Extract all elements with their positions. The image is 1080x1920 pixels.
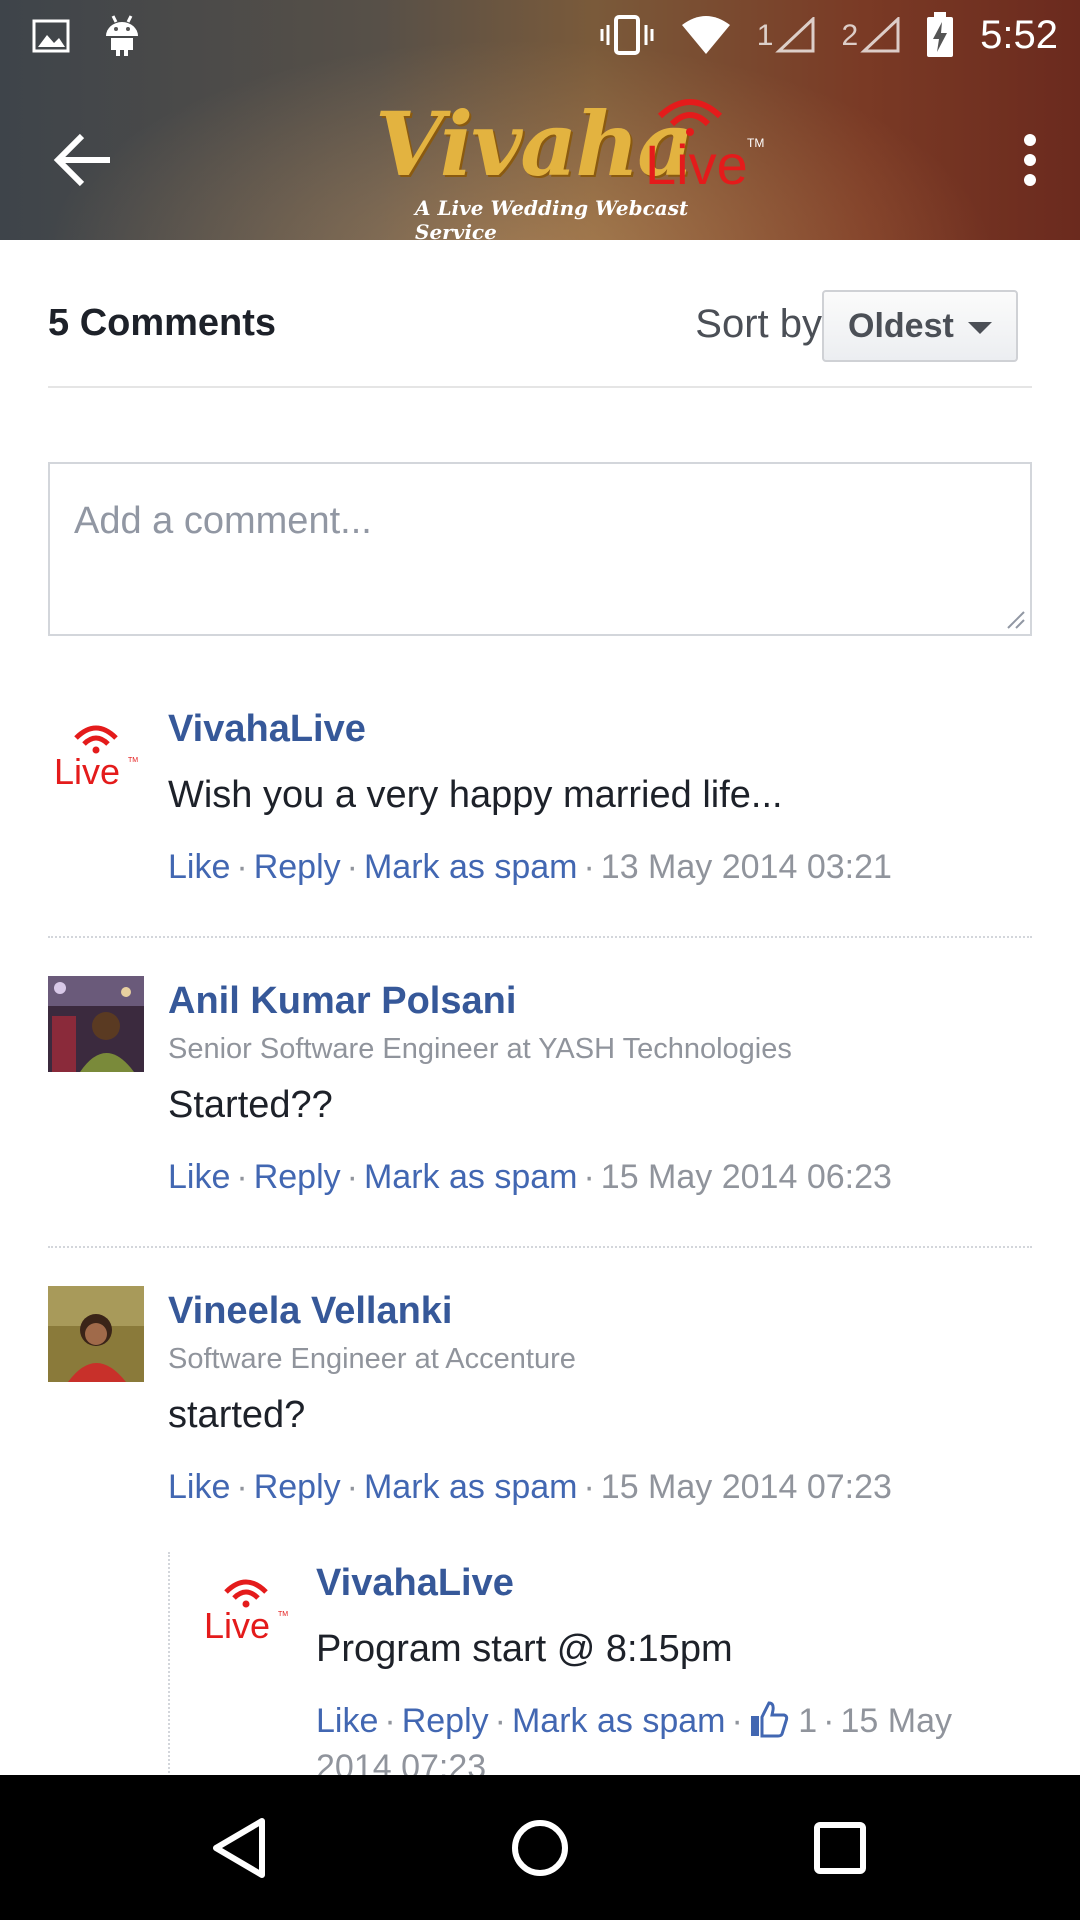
svg-text:TM: TM: [278, 1611, 288, 1618]
comment-timestamp[interactable]: 15 May: [841, 1702, 953, 1740]
comment-actions: Like · Reply · Mark as spam · 15 May 2014 06:2…: [168, 1154, 1028, 1200]
comment-item: Live TM VivahaLive Wish you a very happy…: [48, 704, 1032, 886]
separator: ·: [346, 1158, 358, 1196]
svg-text:Live: Live: [204, 1605, 270, 1646]
sim1-label: 1: [756, 19, 774, 52]
resize-handle-icon[interactable]: [1004, 608, 1026, 630]
signal-icon: [775, 17, 815, 53]
svg-text:TM: TM: [128, 757, 138, 764]
user-avatar[interactable]: [48, 1286, 144, 1382]
separator: ·: [583, 1158, 595, 1196]
caret-down-icon: [968, 322, 992, 334]
nav-recents-icon[interactable]: [800, 1813, 880, 1883]
comment-text: Program start @ 8:15pm: [316, 1628, 733, 1670]
trademark: TM: [747, 136, 765, 150]
comment-author[interactable]: Anil Kumar Polsani: [168, 976, 1028, 1026]
reply-item: Live TM VivahaLive Program start @ 8:15p…: [198, 1558, 1032, 1775]
reply-link[interactable]: Reply: [402, 1702, 489, 1740]
separator: ·: [823, 1702, 835, 1740]
separator: ·: [236, 1158, 248, 1196]
mark-spam-link[interactable]: Mark as spam: [364, 1468, 578, 1506]
overflow-menu-icon[interactable]: [1010, 128, 1050, 192]
sim1-signal: 1: [757, 17, 816, 53]
logo-accent-text: Live: [645, 133, 748, 196]
mark-spam-link[interactable]: Mark as spam: [364, 1158, 578, 1196]
like-link[interactable]: Like: [168, 1158, 230, 1196]
sort-label: Sort by: [695, 302, 822, 346]
sort-value: Oldest: [848, 306, 954, 345]
comment-text: started?: [168, 1394, 306, 1436]
comment-author[interactable]: VivahaLive: [316, 1558, 1032, 1608]
nav-back-icon[interactable]: [200, 1813, 280, 1883]
logo-tagline: A Live Wedding Webcast Service: [415, 196, 689, 240]
separator: ·: [494, 1702, 506, 1740]
comments-panel: 5 Comments Sort by Oldest Live TM Vivaha…: [0, 240, 1080, 1775]
app-header: 1 2 5:52 Vivaha Live TM A Live Wedding W…: [0, 0, 1080, 240]
wifi-icon: [681, 16, 730, 54]
sort-dropdown[interactable]: Oldest: [822, 290, 1018, 362]
separator: ·: [583, 1468, 595, 1506]
comment-actions: Like · Reply · Mark as spam · 15 May 2014 07:2…: [168, 1464, 1028, 1510]
reply-link[interactable]: Reply: [254, 1468, 341, 1506]
sim2-signal: 2: [841, 17, 900, 53]
comment-input[interactable]: [50, 464, 1030, 634]
comment-timestamp[interactable]: 13 May 2014 03:21: [601, 848, 892, 886]
comment-divider: [48, 936, 1032, 938]
comment-divider: [48, 1246, 1032, 1248]
separator: ·: [236, 1468, 248, 1506]
like-link[interactable]: Like: [168, 1468, 230, 1506]
status-bar: 1 2 5:52: [0, 0, 1080, 78]
like-link[interactable]: Like: [168, 848, 230, 886]
sim2-label: 2: [841, 19, 859, 52]
reply-link[interactable]: Reply: [254, 1158, 341, 1196]
comment-count: 5 Comments: [48, 302, 277, 344]
separator: ·: [731, 1702, 743, 1740]
nav-home-icon[interactable]: [500, 1813, 580, 1883]
clock: 5:52: [980, 12, 1058, 57]
android-icon: [106, 15, 138, 56]
mark-spam-link[interactable]: Mark as spam: [512, 1702, 726, 1740]
action-bar: Vivaha Live TM A Live Wedding Webcast Se…: [0, 78, 1080, 240]
comment-author[interactable]: VivahaLive: [168, 704, 1028, 754]
image-icon: [32, 19, 70, 53]
reply-thread-line: [168, 1552, 170, 1775]
author-subtitle: Senior Software Engineer at YASH Technol…: [168, 1033, 792, 1065]
comment-text: Started??: [168, 1084, 333, 1126]
system-navigation-bar: [0, 1775, 1080, 1920]
user-avatar[interactable]: [48, 976, 144, 1072]
like-count: 1: [798, 1702, 818, 1740]
comment-actions: Like · Reply · Mark as spam · 13 May 2014 03:2…: [168, 844, 1028, 890]
signal-icon: [860, 17, 900, 53]
comment-composer: [48, 462, 1032, 636]
reply-link[interactable]: Reply: [254, 848, 341, 886]
comments-header: 5 Comments Sort by Oldest: [48, 290, 1032, 370]
divider: [48, 386, 1032, 388]
author-subtitle: Software Engineer at Accenture: [168, 1343, 576, 1375]
like-link[interactable]: Like: [316, 1702, 378, 1740]
comment-author[interactable]: Vineela Vellanki: [168, 1286, 1028, 1336]
mark-spam-link[interactable]: Mark as spam: [364, 848, 578, 886]
comment-timestamp[interactable]: 15 May 2014 06:23: [601, 1158, 892, 1196]
comment-actions: Like · Reply · Mark as spam · 1 · 15 May 2014 0…: [316, 1698, 1032, 1775]
comment-text: Wish you a very happy married life...: [168, 774, 783, 816]
vivahalive-avatar: Live TM: [54, 725, 138, 792]
separator: ·: [583, 848, 595, 886]
battery-charging-icon: [927, 12, 954, 57]
comment-item: Anil Kumar Polsani Senior Software Engin…: [48, 976, 1032, 1206]
comment-timestamp-continued[interactable]: 2014 07:23: [316, 1748, 486, 1775]
svg-text:Live: Live: [54, 751, 120, 792]
separator: ·: [346, 1468, 358, 1506]
vivahalive-logo: Vivaha Live TM A Live Wedding Webcast Se…: [375, 92, 775, 240]
wifi-signal-icon: [657, 99, 723, 136]
vibrate-icon: [600, 15, 654, 55]
comment-timestamp[interactable]: 15 May 2014 07:23: [601, 1468, 892, 1506]
thumbs-up-icon[interactable]: [749, 1700, 789, 1738]
comment-item: Vineela Vellanki Software Engineer at Ac…: [48, 1286, 1032, 1516]
separator: ·: [346, 848, 358, 886]
separator: ·: [384, 1702, 396, 1740]
back-arrow-icon[interactable]: [52, 128, 116, 192]
separator: ·: [236, 848, 248, 886]
vivahalive-avatar: Live TM: [204, 1579, 288, 1646]
